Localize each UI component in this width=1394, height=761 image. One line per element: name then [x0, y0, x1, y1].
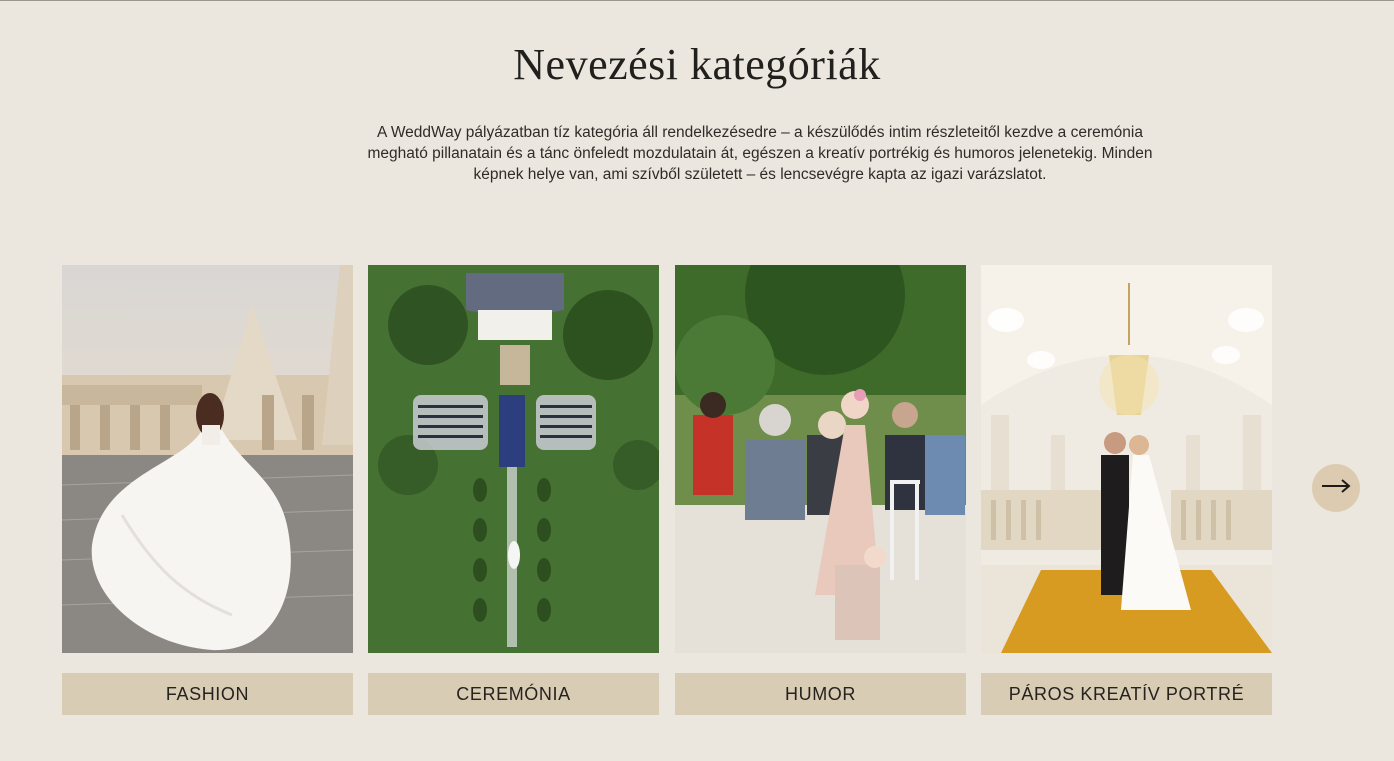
- category-card-paros-kreativ-portre[interactable]: PÁROS KREATÍV PORTRÉ: [981, 265, 1272, 715]
- section-title: Nevezési kategóriák: [513, 40, 881, 89]
- category-label-fashion[interactable]: FASHION: [62, 673, 353, 715]
- category-label-humor[interactable]: HUMOR: [675, 673, 966, 715]
- category-label-ceremonia[interactable]: CEREMÓNIA: [368, 673, 659, 715]
- arrow-right-icon: [1321, 478, 1351, 498]
- carousel-next-button[interactable]: [1312, 464, 1360, 512]
- category-card-ceremonia[interactable]: CEREMÓNIA: [368, 265, 659, 715]
- humor-photo[interactable]: [675, 265, 966, 653]
- category-card-humor[interactable]: HUMOR: [675, 265, 966, 715]
- fashion-photo[interactable]: [62, 265, 353, 653]
- section-intro: A WeddWay pályázatban tíz kategória áll …: [367, 124, 1153, 183]
- paros-kreativ-portre-photo[interactable]: [981, 265, 1272, 653]
- ceremonia-photo[interactable]: [368, 265, 659, 653]
- category-card-fashion[interactable]: FASHION: [62, 265, 353, 715]
- category-label-paros-kreativ-portre[interactable]: PÁROS KREATÍV PORTRÉ: [981, 673, 1272, 715]
